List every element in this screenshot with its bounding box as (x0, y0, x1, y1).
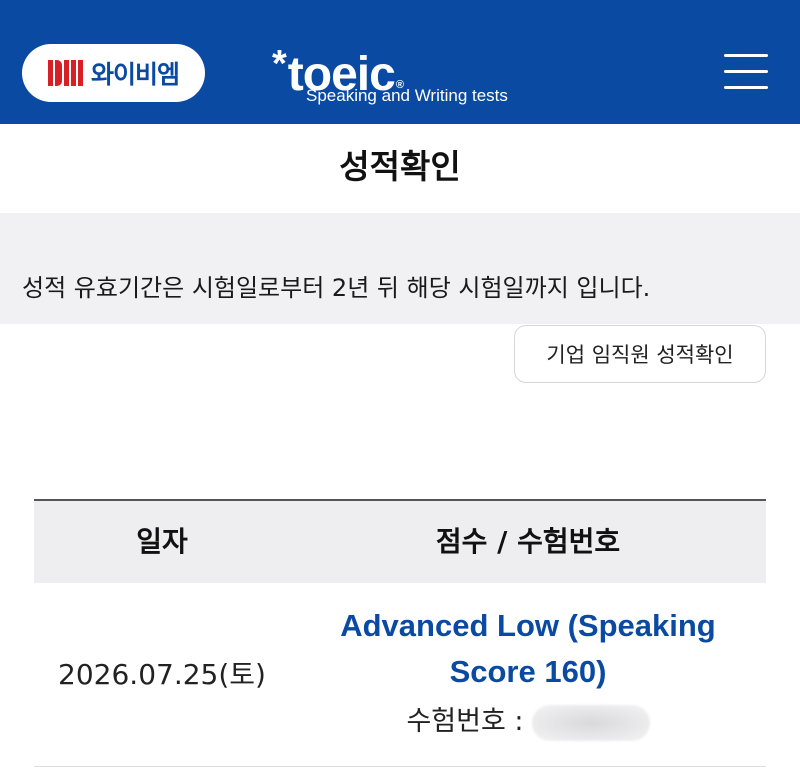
hamburger-menu-icon[interactable] (722, 50, 770, 92)
row-score-cell: Advanced Low (Speaking Score 160) 수험번호 : (290, 603, 766, 741)
row-date: 2026.07.25(토) (58, 658, 266, 691)
top-header: 와이비엠 *toeic® Speaking and Writing tests (0, 0, 800, 124)
table-header: 일자 점수 / 수험번호 (34, 499, 766, 583)
asterisk-icon: * (272, 43, 287, 85)
toeic-subtitle: Speaking and Writing tests (306, 86, 508, 105)
header-score: 점수 / 수험번호 (435, 525, 621, 558)
validity-notice-text: 성적 유효기간은 시험일로부터 2년 뒤 해당 시험일까지 입니다. (22, 274, 651, 302)
header-date: 일자 (136, 525, 188, 558)
exam-number-label: 수험번호 : (406, 706, 524, 737)
ybm-logo-button[interactable]: 와이비엠 (22, 44, 205, 102)
ybm-mark-icon (47, 60, 83, 86)
page-title: 성적확인 (339, 147, 461, 186)
redacted-exam-number (531, 704, 650, 741)
toeic-logo[interactable]: *toeic® Speaking and Writing tests (272, 36, 532, 112)
table-row: 2026.07.25(토) Advanced Low (Speaking Sco… (34, 583, 766, 767)
exam-number-line: 수험번호 : (290, 699, 766, 741)
score-table: 일자 점수 / 수험번호 2026.07.25(토) Advanced Low … (34, 499, 766, 767)
score-result-link[interactable]: Advanced Low (Speaking Score 160) (290, 603, 766, 695)
ybm-brand-text: 와이비엠 (90, 60, 180, 89)
corporate-score-check-button[interactable]: 기업 임직원 성적확인 (514, 325, 766, 383)
